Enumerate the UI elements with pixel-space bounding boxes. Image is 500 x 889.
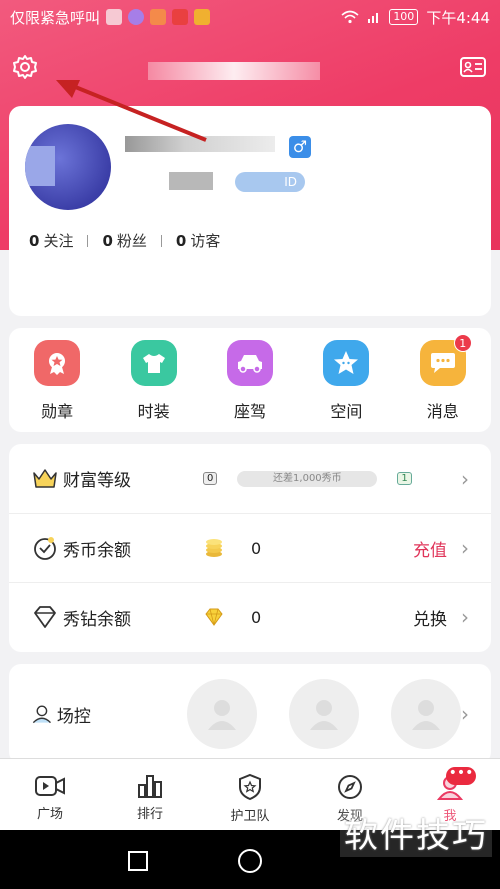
recent-apps-button[interactable] <box>128 851 148 871</box>
feature-space[interactable]: 空间 <box>311 340 381 432</box>
notification-app-icon <box>172 9 189 25</box>
feature-medal[interactable]: 勋章 <box>22 340 92 432</box>
compass-icon <box>338 775 362 799</box>
battery-indicator: 100 <box>389 9 419 25</box>
coin-stack-icon <box>206 539 222 557</box>
notification-app-icon <box>150 9 167 25</box>
empty-slot <box>289 679 359 749</box>
coin-outline-icon <box>34 537 56 560</box>
level-badge-blurred <box>169 172 213 190</box>
controller-slots <box>187 679 461 749</box>
stat-fans[interactable]: 0 粉丝 <box>102 230 146 251</box>
carrier-text: 仅限紧急呼叫 <box>10 8 101 27</box>
tshirt-icon <box>130 340 177 386</box>
wifi-icon <box>341 10 359 24</box>
feature-vehicle[interactable]: 座驾 <box>215 340 285 432</box>
annotation-arrow <box>56 80 207 142</box>
wealth-card: 财富等级 0 还差1,000秀币 1 › 秀币余额 0 充值 › 秀钻余额 0 <box>9 444 491 652</box>
nav-guard[interactable]: 护卫队 <box>200 759 300 830</box>
diamond-outline-icon <box>34 606 56 628</box>
watermark: 软件技巧 <box>340 808 492 857</box>
coin-balance-value: 0 <box>251 538 262 558</box>
car-icon <box>226 340 273 386</box>
recharge-button[interactable]: 充值 <box>413 536 447 561</box>
id-card-icon[interactable] <box>458 52 488 82</box>
empty-slot <box>187 679 257 749</box>
gear-icon[interactable] <box>10 52 40 82</box>
profile-stats: 0 关注 0 粉丝 0 访客 <box>29 230 220 251</box>
home-button[interactable] <box>238 849 262 873</box>
current-level-badge: 0 <box>203 472 218 485</box>
diamond-balance-row[interactable]: 秀钻余额 0 兑换 › <box>9 582 491 651</box>
medal-icon <box>34 340 81 386</box>
person-outline-icon <box>32 705 51 724</box>
id-badge: ID <box>235 172 305 192</box>
star-icon <box>323 340 370 386</box>
placeholder-avatar-icon <box>412 700 440 730</box>
chevron-right-icon: › <box>461 466 469 491</box>
nav-plaza[interactable]: 广场 <box>0 759 100 830</box>
exchange-button[interactable]: 兑换 <box>413 605 447 630</box>
gem-icon <box>205 608 223 626</box>
notification-app-icon <box>194 9 211 25</box>
nav-ranking[interactable]: 排行 <box>100 759 200 830</box>
notification-app-icon <box>106 9 123 25</box>
stat-visitors[interactable]: 0 访客 <box>176 230 220 251</box>
male-icon: ♂ <box>289 136 311 158</box>
feature-messages[interactable]: 1 消息 <box>408 334 478 432</box>
chevron-right-icon: › <box>461 605 469 629</box>
wealth-level-row[interactable]: 财富等级 0 还差1,000秀币 1 › <box>9 444 491 513</box>
unread-badge: 1 <box>453 334 472 352</box>
chart-icon <box>138 775 162 798</box>
feature-fashion[interactable]: 时装 <box>119 340 189 432</box>
chevron-right-icon: › <box>461 702 469 726</box>
diamond-balance-value: 0 <box>251 607 262 627</box>
notification-dot: ••• <box>446 766 476 785</box>
shield-icon <box>239 773 261 801</box>
empty-slot <box>391 679 461 749</box>
divider <box>160 234 162 247</box>
stat-following[interactable]: 0 关注 <box>29 230 73 251</box>
feature-grid: 勋章 时装 座驾 空间 1 消息 <box>9 328 491 432</box>
signal-icon <box>368 13 379 23</box>
next-level-badge: 1 <box>397 472 412 485</box>
level-progress: 还差1,000秀币 <box>237 470 378 487</box>
placeholder-avatar-icon <box>208 700 236 730</box>
room-control-card[interactable]: 场控 › <box>9 664 491 764</box>
clock: 下午4:44 <box>426 8 490 27</box>
divider <box>87 234 89 247</box>
coin-balance-row[interactable]: 秀币余额 0 充值 › <box>9 513 491 582</box>
status-bar: 仅限紧急呼叫 100 下午4:44 <box>0 0 500 34</box>
chevron-right-icon: › <box>461 536 469 560</box>
video-icon <box>35 776 65 796</box>
notification-app-icon <box>128 9 145 25</box>
placeholder-avatar-icon <box>310 700 338 730</box>
crown-icon <box>33 468 57 488</box>
